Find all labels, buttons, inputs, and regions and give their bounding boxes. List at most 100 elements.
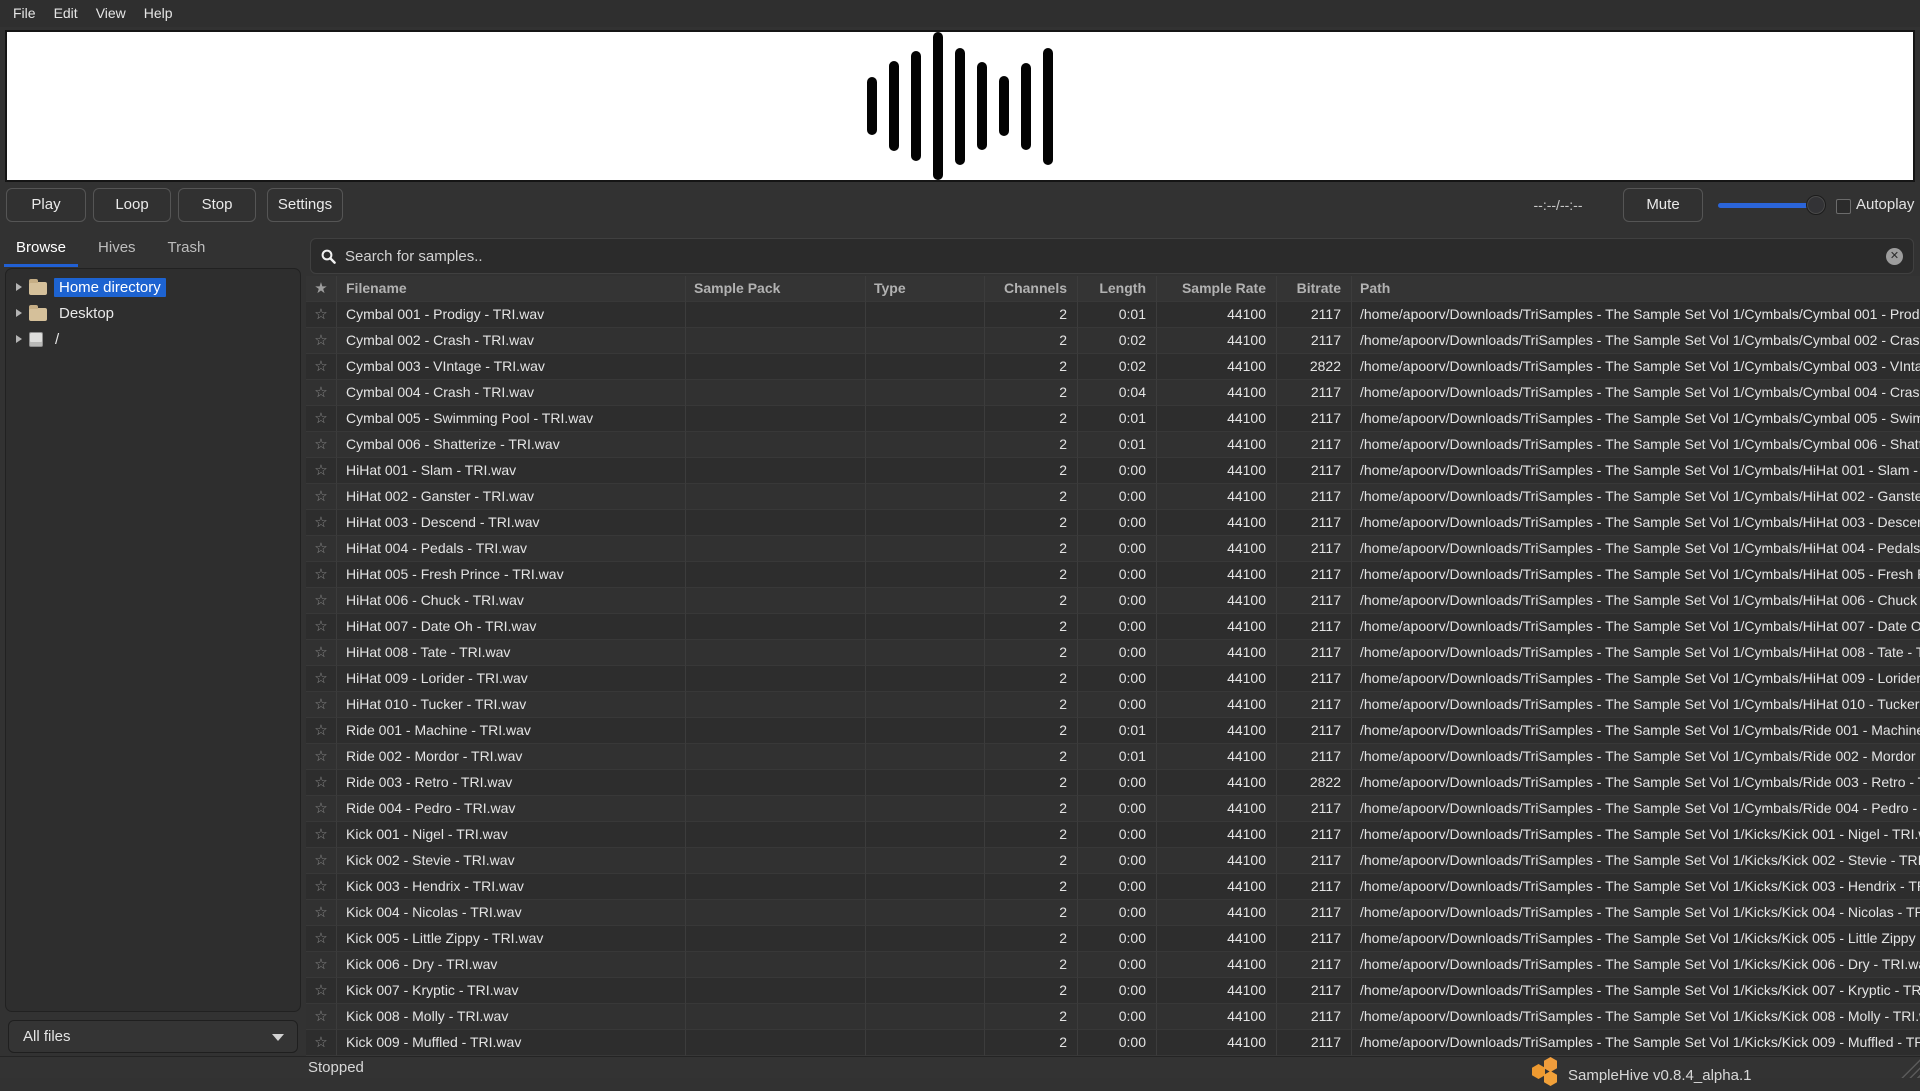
- mute-button[interactable]: Mute: [1623, 188, 1703, 222]
- tree-item-label[interactable]: Desktop: [54, 304, 119, 323]
- column-header-length[interactable]: Length: [1078, 276, 1157, 302]
- table-row[interactable]: ☆ Cymbal 006 - Shatterize - TRI.wav 2 0:…: [306, 432, 1920, 458]
- clear-search-icon[interactable]: ✕: [1886, 248, 1903, 265]
- table-row[interactable]: ☆ HiHat 002 - Ganster - TRI.wav 2 0:00 4…: [306, 484, 1920, 510]
- tree-item-root[interactable]: /: [6, 326, 300, 352]
- column-header-bitrate[interactable]: Bitrate: [1277, 276, 1352, 302]
- cell-path: /home/apoorv/Downloads/TriSamples - The …: [1352, 770, 1920, 796]
- expand-arrow-icon[interactable]: [16, 283, 22, 291]
- table-row[interactable]: ☆ Kick 003 - Hendrix - TRI.wav 2 0:00 44…: [306, 874, 1920, 900]
- loop-button[interactable]: Loop: [93, 188, 171, 222]
- star-outline-icon[interactable]: ☆: [314, 644, 327, 661]
- table-row[interactable]: ☆ HiHat 010 - Tucker - TRI.wav 2 0:00 44…: [306, 692, 1920, 718]
- resize-grip[interactable]: [1899, 1057, 1920, 1078]
- star-outline-icon[interactable]: ☆: [314, 956, 327, 973]
- star-outline-icon[interactable]: ☆: [314, 904, 327, 921]
- table-row[interactable]: ☆ HiHat 004 - Pedals - TRI.wav 2 0:00 44…: [306, 536, 1920, 562]
- menu-help[interactable]: Help: [135, 0, 182, 27]
- volume-slider[interactable]: [1718, 203, 1824, 208]
- expand-arrow-icon[interactable]: [16, 335, 22, 343]
- tab-hives[interactable]: Hives: [82, 233, 152, 267]
- table-row[interactable]: ☆ Ride 004 - Pedro - TRI.wav 2 0:00 4410…: [306, 796, 1920, 822]
- file-filter-dropdown[interactable]: All files: [8, 1020, 298, 1053]
- star-outline-icon[interactable]: ☆: [314, 618, 327, 635]
- star-outline-icon[interactable]: ☆: [314, 306, 327, 323]
- star-outline-icon[interactable]: ☆: [314, 540, 327, 557]
- tree-item-desktop[interactable]: Desktop: [6, 300, 300, 326]
- table-row[interactable]: ☆ Kick 008 - Molly - TRI.wav 2 0:00 4410…: [306, 1004, 1920, 1030]
- star-outline-icon[interactable]: ☆: [314, 384, 327, 401]
- star-outline-icon[interactable]: ☆: [314, 358, 327, 375]
- table-row[interactable]: ☆ HiHat 001 - Slam - TRI.wav 2 0:00 4410…: [306, 458, 1920, 484]
- table-row[interactable]: ☆ HiHat 007 - Date Oh - TRI.wav 2 0:00 4…: [306, 614, 1920, 640]
- play-button[interactable]: Play: [6, 188, 86, 222]
- table-row[interactable]: ☆ HiHat 008 - Tate - TRI.wav 2 0:00 4410…: [306, 640, 1920, 666]
- table-row[interactable]: ☆ Kick 006 - Dry - TRI.wav 2 0:00 44100 …: [306, 952, 1920, 978]
- star-outline-icon[interactable]: ☆: [314, 852, 327, 869]
- tab-trash[interactable]: Trash: [152, 233, 222, 267]
- star-outline-icon[interactable]: ☆: [314, 826, 327, 843]
- cell-path: /home/apoorv/Downloads/TriSamples - The …: [1352, 952, 1920, 978]
- table-row[interactable]: ☆ Kick 007 - Kryptic - TRI.wav 2 0:00 44…: [306, 978, 1920, 1004]
- table-row[interactable]: ☆ HiHat 006 - Chuck - TRI.wav 2 0:00 441…: [306, 588, 1920, 614]
- star-outline-icon[interactable]: ☆: [314, 1008, 327, 1025]
- autoplay-checkbox[interactable]: [1836, 199, 1851, 214]
- star-outline-icon[interactable]: ☆: [314, 462, 327, 479]
- table-row[interactable]: ☆ Cymbal 003 - VIntage - TRI.wav 2 0:02 …: [306, 354, 1920, 380]
- star-outline-icon[interactable]: ☆: [314, 670, 327, 687]
- table-row[interactable]: ☆ HiHat 009 - Lorider - TRI.wav 2 0:00 4…: [306, 666, 1920, 692]
- star-outline-icon[interactable]: ☆: [314, 800, 327, 817]
- star-outline-icon[interactable]: ☆: [314, 696, 327, 713]
- table-row[interactable]: ☆ Cymbal 005 - Swimming Pool - TRI.wav 2…: [306, 406, 1920, 432]
- table-row[interactable]: ☆ Ride 003 - Retro - TRI.wav 2 0:00 4410…: [306, 770, 1920, 796]
- star-outline-icon[interactable]: ☆: [314, 332, 327, 349]
- star-outline-icon[interactable]: ☆: [314, 748, 327, 765]
- tab-browse[interactable]: Browse: [0, 233, 82, 267]
- table-row[interactable]: ☆ Kick 004 - Nicolas - TRI.wav 2 0:00 44…: [306, 900, 1920, 926]
- star-outline-icon[interactable]: ☆: [314, 566, 327, 583]
- column-header-filename[interactable]: Filename: [337, 276, 686, 302]
- table-row[interactable]: ☆ Kick 001 - Nigel - TRI.wav 2 0:00 4410…: [306, 822, 1920, 848]
- table-row[interactable]: ☆ Kick 002 - Stevie - TRI.wav 2 0:00 441…: [306, 848, 1920, 874]
- settings-button[interactable]: Settings: [267, 188, 343, 222]
- menu-view[interactable]: View: [87, 0, 135, 27]
- volume-slider-thumb[interactable]: [1806, 195, 1826, 215]
- star-outline-icon[interactable]: ☆: [314, 774, 327, 791]
- column-header-channels[interactable]: Channels: [985, 276, 1078, 302]
- autoplay-label[interactable]: Autoplay: [1856, 188, 1914, 222]
- cell-length: 0:00: [1078, 536, 1157, 562]
- tree-item-home[interactable]: Home directory: [6, 274, 300, 300]
- menu-edit[interactable]: Edit: [45, 0, 87, 27]
- column-header-sample-rate[interactable]: Sample Rate: [1157, 276, 1277, 302]
- star-outline-icon[interactable]: ☆: [314, 1034, 327, 1051]
- star-outline-icon[interactable]: ☆: [314, 436, 327, 453]
- cell-sample-rate: 44100: [1157, 536, 1277, 562]
- star-outline-icon[interactable]: ☆: [314, 930, 327, 947]
- table-row[interactable]: ☆ HiHat 003 - Descend - TRI.wav 2 0:00 4…: [306, 510, 1920, 536]
- star-outline-icon[interactable]: ☆: [314, 514, 327, 531]
- table-row[interactable]: ☆ Ride 001 - Machine - TRI.wav 2 0:01 44…: [306, 718, 1920, 744]
- table-row[interactable]: ☆ Ride 002 - Mordor - TRI.wav 2 0:01 441…: [306, 744, 1920, 770]
- star-outline-icon[interactable]: ☆: [314, 592, 327, 609]
- star-outline-icon[interactable]: ☆: [314, 982, 327, 999]
- expand-arrow-icon[interactable]: [16, 309, 22, 317]
- star-outline-icon[interactable]: ☆: [314, 410, 327, 427]
- menu-file[interactable]: File: [4, 0, 45, 27]
- cell-path: /home/apoorv/Downloads/TriSamples - The …: [1352, 640, 1920, 666]
- column-header-sample-pack[interactable]: Sample Pack: [686, 276, 866, 302]
- search-input[interactable]: [345, 248, 1886, 265]
- star-outline-icon[interactable]: ☆: [314, 878, 327, 895]
- star-outline-icon[interactable]: ☆: [314, 722, 327, 739]
- tree-item-label[interactable]: Home directory: [54, 278, 166, 297]
- table-row[interactable]: ☆ HiHat 005 - Fresh Prince - TRI.wav 2 0…: [306, 562, 1920, 588]
- table-row[interactable]: ☆ Kick 005 - Little Zippy - TRI.wav 2 0:…: [306, 926, 1920, 952]
- column-header-type[interactable]: Type: [866, 276, 985, 302]
- table-row[interactable]: ☆ Cymbal 002 - Crash - TRI.wav 2 0:02 44…: [306, 328, 1920, 354]
- table-row[interactable]: ☆ Cymbal 004 - Crash - TRI.wav 2 0:04 44…: [306, 380, 1920, 406]
- star-outline-icon[interactable]: ☆: [314, 488, 327, 505]
- tree-item-label[interactable]: /: [50, 330, 64, 349]
- favorites-column-header[interactable]: ★: [306, 276, 337, 302]
- table-row[interactable]: ☆ Cymbal 001 - Prodigy - TRI.wav 2 0:01 …: [306, 302, 1920, 328]
- stop-button[interactable]: Stop: [178, 188, 256, 222]
- column-header-path[interactable]: Path: [1352, 276, 1920, 302]
